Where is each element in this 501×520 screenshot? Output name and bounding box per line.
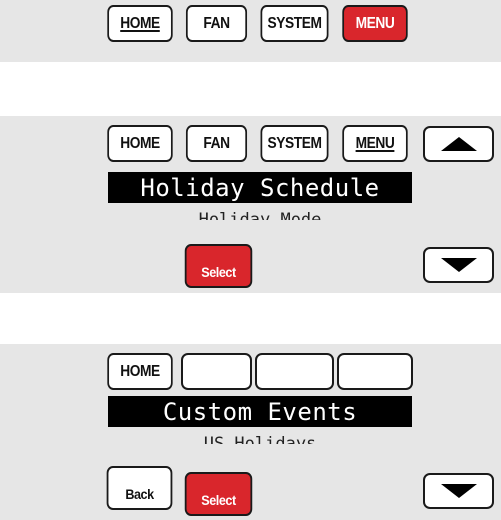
back-button[interactable]: Back	[106, 466, 173, 510]
menu-button[interactable]: MENU	[342, 5, 408, 42]
scroll-down-button[interactable]	[423, 247, 494, 283]
home-button[interactable]: HOME	[107, 353, 173, 390]
select-button[interactable]: Select	[184, 244, 253, 288]
scroll-down-button[interactable]	[423, 473, 494, 509]
select-button[interactable]: Select	[184, 472, 253, 516]
thermostat-screen-3: HOME Custom Events US Holidays Back Sele…	[0, 344, 501, 520]
selected-menu-option[interactable]: Custom Events	[108, 396, 412, 427]
selected-menu-option[interactable]: Holiday Schedule	[108, 172, 412, 203]
next-menu-option[interactable]: Holiday Mode	[108, 208, 412, 220]
system-button[interactable]: SYSTEM	[260, 5, 329, 42]
down-arrow-icon	[440, 484, 477, 498]
thermostat-screen-1: HOME FAN SYSTEM MENU	[0, 0, 501, 62]
up-arrow-icon	[440, 137, 477, 151]
system-button[interactable]: SYSTEM	[260, 125, 329, 162]
fan-button[interactable]: FAN	[185, 125, 248, 162]
scroll-up-button[interactable]	[423, 126, 494, 162]
home-button[interactable]: HOME	[107, 5, 173, 42]
menu-button[interactable]: MENU	[342, 125, 408, 162]
blank-button-2[interactable]	[181, 353, 252, 390]
next-menu-option[interactable]: US Holidays	[108, 432, 412, 444]
thermostat-screen-2: HOME FAN SYSTEM MENU Holiday Schedule Ho…	[0, 116, 501, 293]
blank-button-3[interactable]	[255, 353, 334, 390]
fan-button[interactable]: FAN	[185, 5, 248, 42]
blank-button-4[interactable]	[337, 353, 413, 390]
home-button[interactable]: HOME	[107, 125, 173, 162]
down-arrow-icon	[440, 258, 477, 272]
